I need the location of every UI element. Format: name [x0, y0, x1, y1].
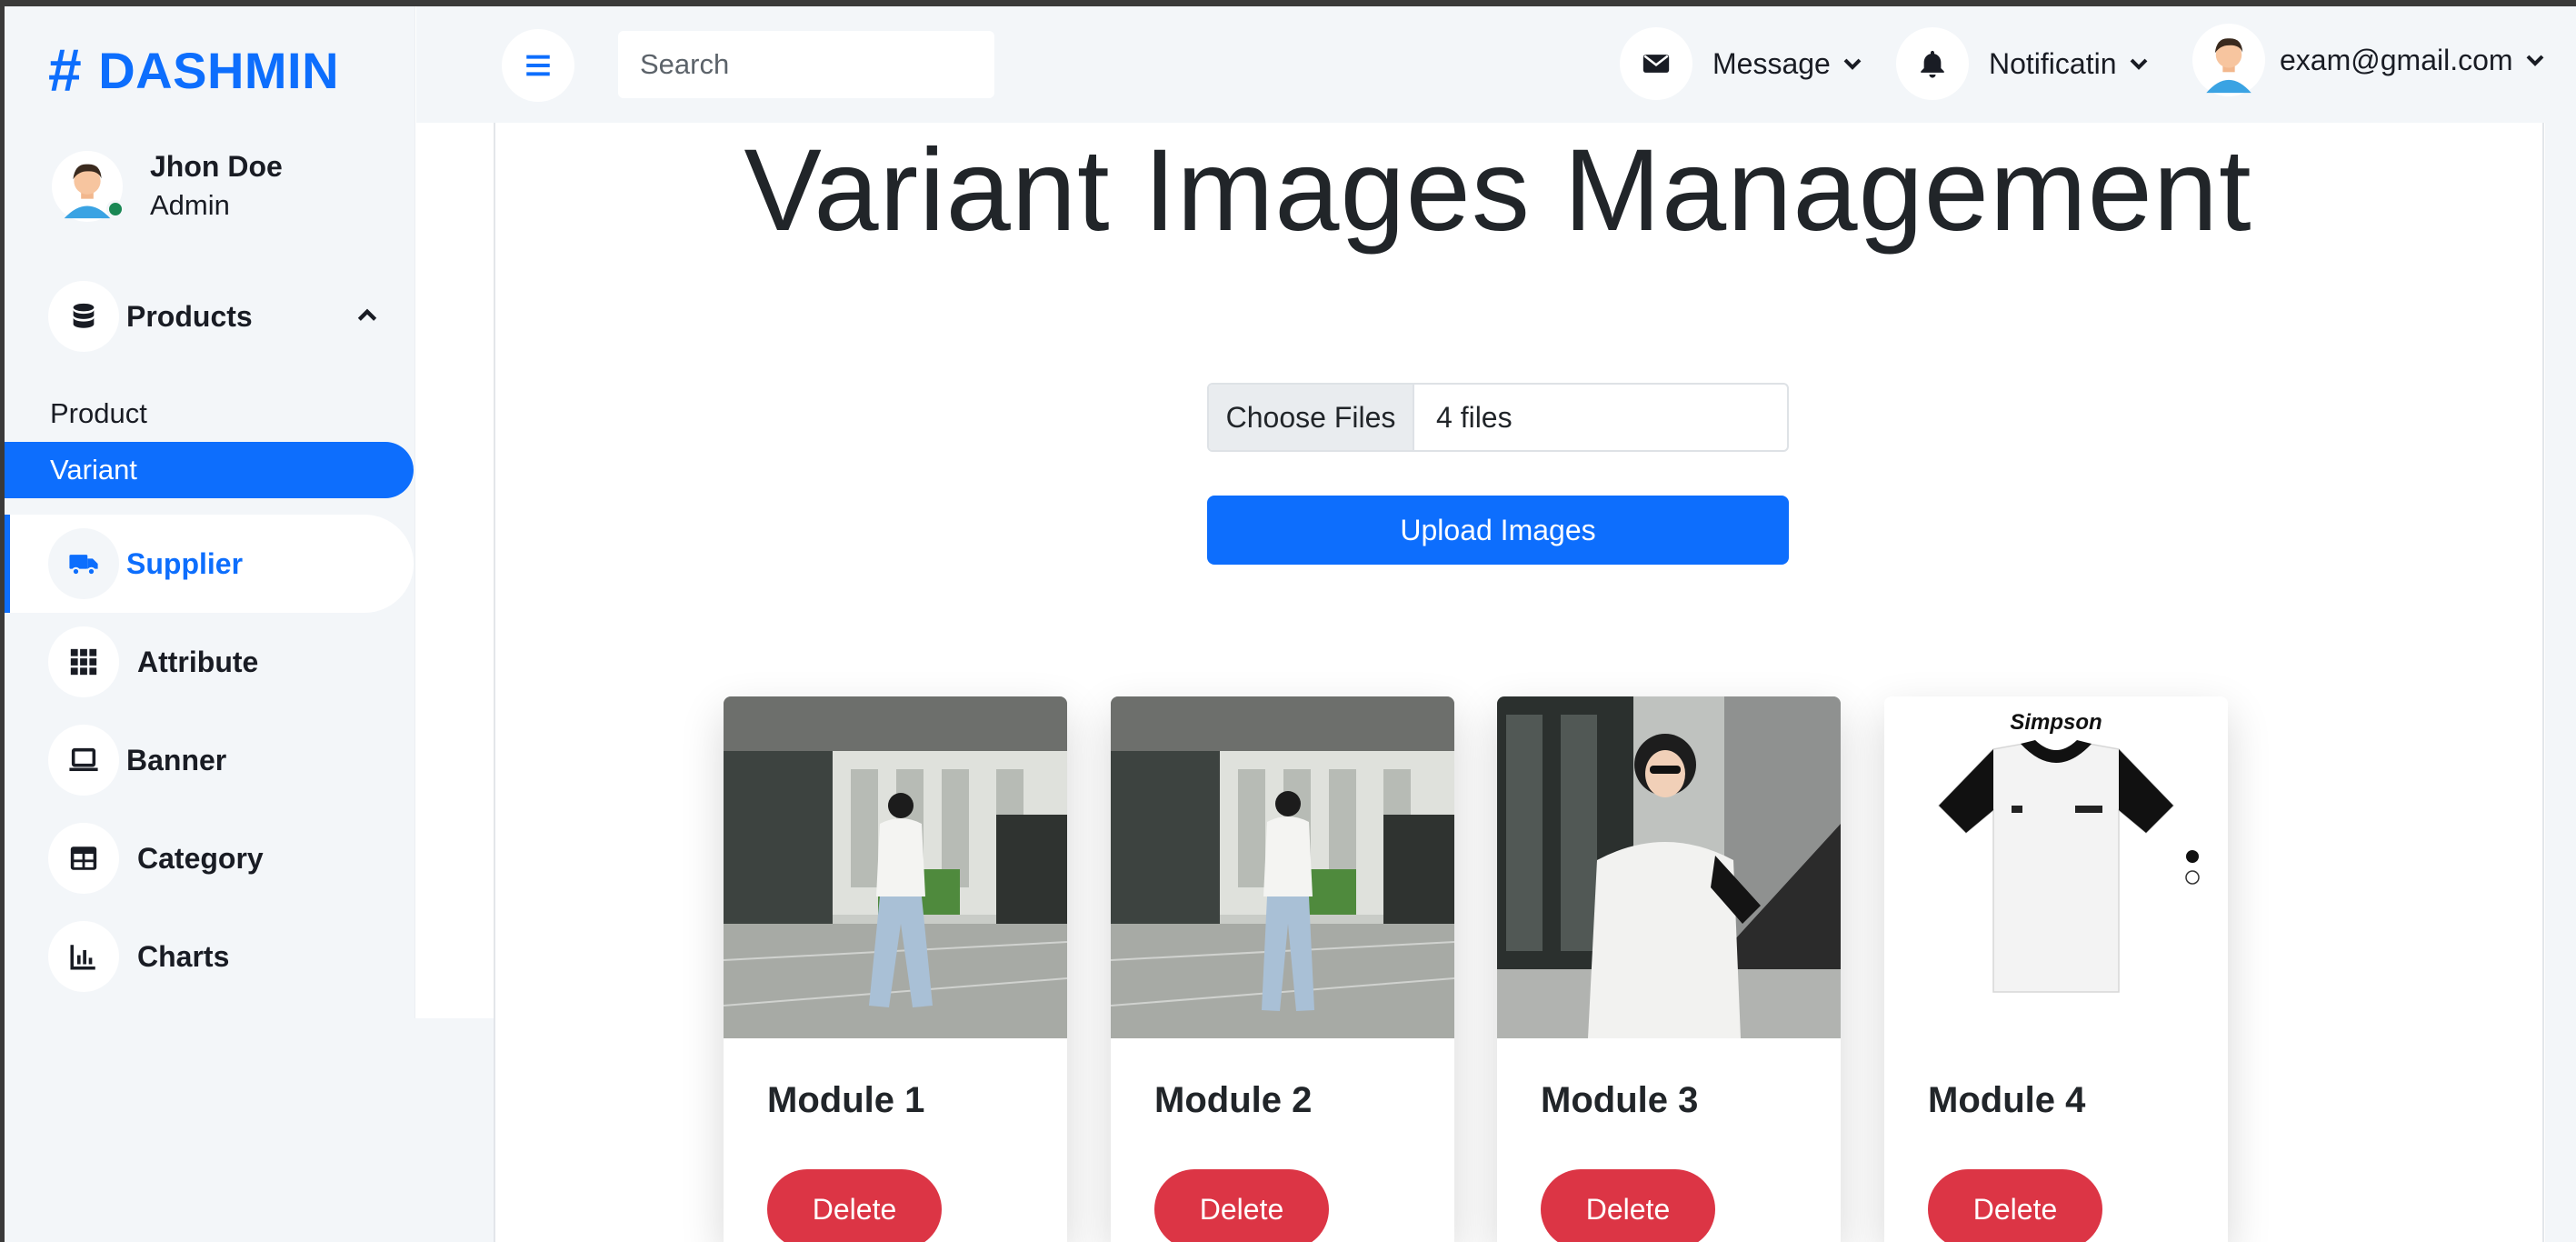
truck-icon — [48, 528, 119, 599]
file-selection-status: 4 files — [1436, 400, 1513, 434]
hash-icon: # — [48, 36, 83, 104]
table-icon — [48, 823, 119, 894]
shirt-brand-text: Simpson — [2010, 710, 2102, 735]
variant-image-card: Module 1 Delete — [724, 696, 1067, 1242]
sidebar-item-label: Charts — [137, 939, 230, 973]
file-upload-input[interactable]: Choose Files 4 files — [1207, 383, 1789, 452]
card-title: Module 1 — [767, 1080, 925, 1120]
variant-photo-image — [1111, 696, 1454, 1038]
brand-logo[interactable]: # DASHMIN — [48, 34, 339, 106]
delete-button[interactable]: Delete — [1154, 1169, 1329, 1242]
sidebar-item-supplier[interactable]: Supplier — [5, 515, 414, 613]
page-title: Variant Images Management — [744, 125, 2252, 255]
message-label: Message — [1712, 46, 1831, 80]
search-input[interactable] — [618, 31, 994, 98]
chevron-down-icon — [2130, 58, 2147, 70]
product-shirt-image: Simpson — [1884, 696, 2228, 1038]
user-name: Jhon Doe — [150, 150, 283, 183]
delete-button[interactable]: Delete — [1928, 1169, 2102, 1242]
sidebar-item-label: Attribute — [137, 645, 259, 678]
sidebar-item-charts[interactable]: Charts — [5, 907, 414, 1006]
sidebar-item-label: Supplier — [126, 546, 244, 580]
account-avatar-icon — [2192, 24, 2265, 96]
notification-dropdown[interactable]: Notificatin — [1896, 27, 2150, 100]
variant-image-card: Module 3 Delete — [1497, 696, 1841, 1242]
choose-files-button[interactable]: Choose Files — [1209, 385, 1414, 450]
variant-photo-image — [724, 696, 1067, 1038]
sidebar-toggle-button[interactable] — [502, 29, 574, 102]
variant-photo-image — [1497, 696, 1841, 1038]
account-dropdown[interactable]: exam@gmail.com — [2192, 24, 2546, 96]
sidebar-item-label: Category — [137, 841, 264, 875]
delete-button[interactable]: Delete — [767, 1169, 942, 1242]
user-role: Admin — [150, 189, 230, 221]
sidebar-item-products[interactable]: Products — [5, 267, 414, 366]
sidebar-item-attribute[interactable]: Attribute — [5, 613, 414, 711]
chevron-down-icon — [1843, 58, 1862, 70]
window-top-frame — [0, 0, 2576, 6]
grid-icon — [48, 626, 119, 697]
brand-name: DASHMIN — [98, 41, 340, 99]
envelope-icon — [1620, 27, 1692, 100]
chart-icon — [48, 921, 119, 992]
right-gutter — [2545, 123, 2576, 1242]
sidebar-item-category[interactable]: Category — [5, 809, 414, 907]
account-email: exam@gmail.com — [2280, 43, 2513, 76]
sidebar-subitem-product[interactable]: Product — [5, 386, 414, 442]
chevron-down-icon — [2526, 55, 2543, 66]
user-profile: Jhon Doe Admin — [52, 150, 283, 222]
card-title: Module 3 — [1541, 1080, 1699, 1120]
avatar — [52, 150, 125, 222]
sidebar-item-label: Products — [126, 299, 253, 333]
online-status-dot — [106, 199, 125, 218]
delete-button[interactable]: Delete — [1541, 1169, 1715, 1242]
menu-icon — [526, 55, 550, 76]
chevron-up-icon[interactable] — [355, 304, 379, 327]
bell-icon — [1896, 27, 1969, 100]
page-background — [5, 1018, 495, 1242]
laptop-icon — [48, 725, 119, 796]
notification-label: Notificatin — [1989, 46, 2117, 80]
variant-image-card: Module 2 Delete — [1111, 696, 1454, 1242]
card-title: Module 4 — [1928, 1080, 2086, 1120]
upload-images-button[interactable]: Upload Images — [1207, 496, 1789, 565]
sidebar-item-banner[interactable]: Banner — [5, 711, 414, 809]
message-dropdown[interactable]: Message — [1620, 27, 1863, 100]
database-icon — [48, 281, 119, 352]
card-title: Module 2 — [1154, 1080, 1313, 1120]
sidebar-item-label: Banner — [126, 743, 227, 776]
sidebar-subitem-variant[interactable]: Variant — [5, 442, 414, 498]
variant-image-card: Simpson Module 4 Delete — [1884, 696, 2228, 1242]
